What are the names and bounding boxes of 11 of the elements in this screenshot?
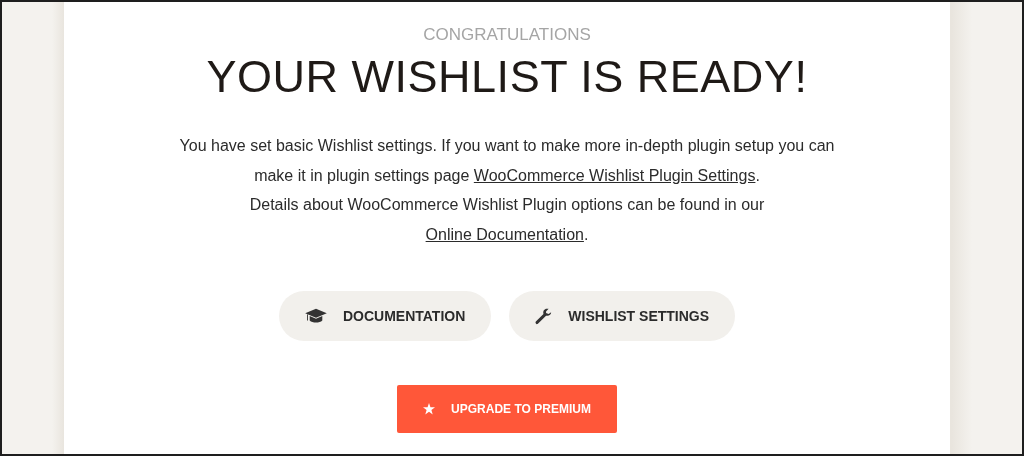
text-link[interactable]: WooCommerce Wishlist Plugin Settings [473, 166, 756, 184]
wrench-icon [535, 307, 553, 325]
graduation-cap-icon [304, 307, 327, 325]
documentation-button[interactable]: DOCUMENTATION [278, 291, 492, 341]
star-icon [423, 403, 436, 415]
settings-button[interactable]: WISHLIST SETTINGS [509, 291, 736, 341]
paragraph: Details about WooCommerce Wishlist Plugin options can be found in our Online Documentation. [248, 195, 766, 245]
page-title: YOUR WISHLIST IS READY! [206, 51, 808, 103]
paragraph: You have set basic Wishlist settings. If you want to make more in-depth plugin setup you can make it in plugin settings page WooCommerce Wishlist Plugin Settings. [178, 136, 836, 186]
text-link[interactable]: Online Documentation [425, 225, 584, 243]
subtitle: CONGRATULATIONS [423, 25, 591, 45]
